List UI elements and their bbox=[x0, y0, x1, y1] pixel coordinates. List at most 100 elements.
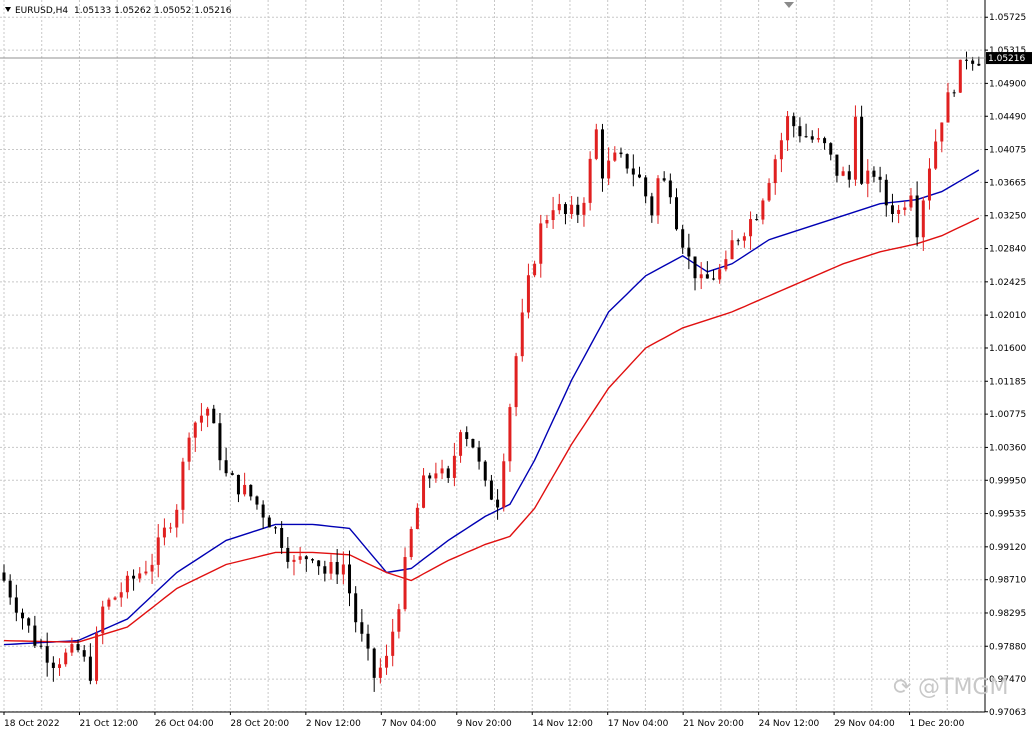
candle-body bbox=[650, 196, 654, 216]
candle-body bbox=[440, 468, 444, 474]
candle-body bbox=[64, 652, 68, 665]
candle-body bbox=[594, 129, 598, 159]
candle-body bbox=[348, 564, 352, 594]
candle-body bbox=[810, 136, 814, 140]
candle[interactable] bbox=[403, 547, 407, 612]
candle-body bbox=[465, 432, 469, 439]
candle-body bbox=[385, 655, 389, 668]
candle-body bbox=[95, 633, 99, 681]
candle-body bbox=[267, 517, 271, 528]
candle[interactable] bbox=[95, 626, 99, 685]
candle-body bbox=[199, 415, 203, 423]
watermark-text: @TMGM bbox=[918, 675, 1008, 700]
candle-body bbox=[773, 159, 777, 184]
y-tick-label: 1.01600 bbox=[989, 344, 1026, 354]
candle-body bbox=[162, 527, 166, 538]
candle-body bbox=[489, 480, 493, 500]
x-tick-label: 17 Nov 04:00 bbox=[608, 719, 669, 728]
y-tick-label: 0.98295 bbox=[989, 609, 1026, 619]
candle-body bbox=[33, 625, 37, 646]
candle-body bbox=[113, 597, 117, 600]
candle[interactable] bbox=[860, 105, 864, 185]
x-tick-label: 21 Nov 20:00 bbox=[683, 719, 744, 728]
candle-body bbox=[14, 597, 18, 613]
candle-body bbox=[119, 592, 123, 598]
candle-body bbox=[329, 561, 333, 574]
candle-body bbox=[101, 606, 105, 634]
candle-body bbox=[625, 154, 629, 169]
candle-body bbox=[243, 484, 247, 495]
candle-body bbox=[576, 204, 580, 215]
price-chart[interactable]: 1.057251.053151.049001.044901.040751.036… bbox=[0, 0, 1033, 729]
candle-body bbox=[372, 648, 376, 678]
candle-body bbox=[977, 63, 981, 66]
candle-body bbox=[230, 473, 234, 475]
y-tick-label: 0.97880 bbox=[989, 642, 1026, 652]
candle-body bbox=[866, 170, 870, 184]
y-tick-label: 1.03250 bbox=[989, 212, 1026, 222]
x-tick-label: 7 Nov 04:00 bbox=[381, 719, 436, 728]
candle-body bbox=[360, 622, 364, 634]
candle-body bbox=[829, 143, 833, 155]
candle-body bbox=[187, 437, 191, 462]
candle-body bbox=[964, 59, 968, 61]
candle-body bbox=[218, 423, 222, 461]
chart-container[interactable]: 1.05725 1.05315 1.04900 1.04490 1.04075 1.036… bbox=[0, 0, 1033, 729]
candle-body bbox=[212, 408, 216, 424]
candle-body bbox=[422, 475, 426, 508]
candle-body bbox=[280, 528, 284, 548]
candle-body bbox=[853, 116, 857, 180]
candle[interactable] bbox=[514, 352, 518, 417]
candle-body bbox=[607, 160, 611, 179]
candle[interactable] bbox=[502, 453, 506, 512]
candle-body bbox=[403, 557, 407, 610]
x-tick-label: 14 Nov 12:00 bbox=[532, 719, 593, 728]
candle[interactable] bbox=[409, 526, 413, 560]
candle-body bbox=[21, 612, 25, 619]
x-tick-label: 28 Oct 20:00 bbox=[230, 719, 289, 728]
ohlc-readout: 1.05133 1.05262 1.05052 1.05216 bbox=[74, 6, 232, 16]
candle[interactable] bbox=[853, 105, 857, 186]
candle-body bbox=[132, 575, 136, 579]
candle-body bbox=[798, 126, 802, 137]
candle-body bbox=[175, 509, 179, 528]
candle-body bbox=[82, 650, 86, 657]
candle-body bbox=[273, 527, 277, 529]
candle[interactable] bbox=[958, 59, 962, 93]
y-tick-label: 0.98710 bbox=[989, 576, 1026, 586]
candle-body bbox=[860, 116, 864, 184]
candle-body bbox=[779, 140, 783, 160]
candle-body bbox=[755, 219, 759, 221]
candle-body bbox=[76, 644, 80, 651]
candle[interactable] bbox=[471, 438, 475, 449]
candle-body bbox=[508, 407, 512, 462]
candle-body bbox=[514, 356, 518, 408]
candle-body bbox=[391, 631, 395, 656]
candle-body bbox=[952, 92, 956, 94]
y-tick-label: 0.99950 bbox=[989, 476, 1026, 486]
y-tick-label: 0.97063 bbox=[989, 708, 1026, 718]
candle[interactable] bbox=[588, 151, 592, 211]
candle-body bbox=[169, 527, 173, 529]
candle-body bbox=[58, 664, 62, 668]
candle-body bbox=[434, 473, 438, 479]
candle-body bbox=[786, 116, 790, 141]
candle-body bbox=[761, 200, 765, 220]
candle-body bbox=[724, 259, 728, 270]
candle-body bbox=[570, 204, 574, 215]
candle-body bbox=[557, 204, 561, 211]
candle-body bbox=[138, 573, 142, 579]
candle-body bbox=[767, 183, 771, 201]
candle-body bbox=[940, 122, 944, 142]
candle-body bbox=[835, 154, 839, 176]
candle-body bbox=[631, 168, 635, 175]
candle-body bbox=[224, 460, 228, 474]
candle-body bbox=[533, 263, 537, 276]
x-tick-label: 24 Nov 12:00 bbox=[759, 719, 820, 728]
candle-body bbox=[107, 599, 111, 607]
candle-body bbox=[878, 176, 882, 180]
candle-body bbox=[39, 645, 43, 647]
y-tick-label: 1.04490 bbox=[989, 112, 1026, 122]
candle-body bbox=[823, 138, 827, 144]
y-tick-label: 0.99535 bbox=[989, 510, 1026, 520]
